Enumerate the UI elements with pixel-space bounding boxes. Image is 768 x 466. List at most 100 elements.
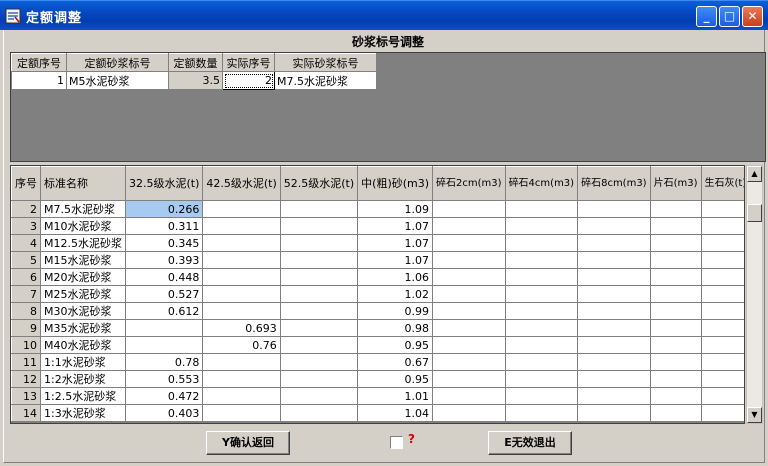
cell-empty[interactable] xyxy=(504,404,579,422)
cell-empty[interactable] xyxy=(649,387,702,405)
cell-sand[interactable]: 1.09 xyxy=(357,200,434,218)
cell-empty[interactable] xyxy=(504,217,579,235)
cell-c325[interactable]: 0.612 xyxy=(124,302,204,320)
cell-sand[interactable]: 1.06 xyxy=(357,268,434,286)
row-number[interactable]: 12 xyxy=(11,370,41,388)
cell-c425[interactable] xyxy=(202,370,281,388)
cell-c325[interactable]: 0.527 xyxy=(124,285,204,303)
table-row[interactable]: 13 1:2.5水泥砂浆 0.472 1.01 xyxy=(11,387,744,405)
cell-empty[interactable] xyxy=(577,285,651,303)
table-row[interactable]: 11 1:1水泥砂浆 0.78 0.67 xyxy=(11,353,744,371)
cell-empty[interactable] xyxy=(700,370,744,388)
cell-standard-name[interactable]: M7.5水泥砂浆 xyxy=(40,200,126,218)
cell-standard-name[interactable]: 1:3水泥砂浆 xyxy=(40,404,126,422)
cell-empty[interactable] xyxy=(649,200,702,218)
cell-c425[interactable] xyxy=(202,251,281,269)
table-row[interactable]: 8 M30水泥砂浆 0.612 0.99 xyxy=(11,302,744,320)
cell-empty[interactable] xyxy=(700,319,744,337)
cell-empty[interactable] xyxy=(504,234,579,252)
cell-c425[interactable] xyxy=(202,217,281,235)
row-number[interactable]: 2 xyxy=(11,200,41,218)
table-row[interactable]: 10 M40水泥砂浆 0.76 0.95 xyxy=(11,336,744,354)
cell-c425[interactable] xyxy=(202,200,281,218)
table-row[interactable]: 4 M12.5水泥砂浆 0.345 1.07 xyxy=(11,234,744,252)
cell-c525[interactable] xyxy=(279,319,359,337)
cell-empty[interactable] xyxy=(432,353,506,371)
cell-quota-seq[interactable]: 1 xyxy=(11,71,67,90)
help-question-icon[interactable]: ? xyxy=(408,432,415,446)
cell-empty[interactable] xyxy=(432,302,506,320)
cell-c525[interactable] xyxy=(279,370,359,388)
cell-c325[interactable]: 0.472 xyxy=(124,387,204,405)
cell-c325[interactable]: 0.393 xyxy=(124,251,204,269)
row-number[interactable]: 9 xyxy=(11,319,41,337)
option-checkbox[interactable] xyxy=(390,436,403,449)
cell-standard-name[interactable]: 1:2水泥砂浆 xyxy=(40,370,126,388)
close-button[interactable]: ✕ xyxy=(742,6,763,27)
cell-standard-name[interactable]: M10水泥砂浆 xyxy=(40,217,126,235)
cell-c425[interactable] xyxy=(202,268,281,286)
table-row[interactable]: 6 M20水泥砂浆 0.448 1.06 xyxy=(11,268,744,286)
cell-sand[interactable]: 0.98 xyxy=(357,319,434,337)
cell-sand[interactable]: 1.07 xyxy=(357,251,434,269)
row-number[interactable]: 10 xyxy=(11,336,41,354)
cell-c325[interactable]: 0.266 xyxy=(124,200,204,218)
cell-empty[interactable] xyxy=(504,336,579,354)
cell-standard-name[interactable]: M25水泥砂浆 xyxy=(40,285,126,303)
cell-empty[interactable] xyxy=(649,234,702,252)
cell-c325[interactable]: 0.403 xyxy=(124,404,204,422)
cell-c525[interactable] xyxy=(279,268,359,286)
cell-sand[interactable]: 1.02 xyxy=(357,285,434,303)
cell-empty[interactable] xyxy=(700,353,744,371)
row-number[interactable]: 13 xyxy=(11,387,41,405)
cell-empty[interactable] xyxy=(577,268,651,286)
cell-c425[interactable] xyxy=(202,285,281,303)
cell-standard-name[interactable]: M15水泥砂浆 xyxy=(40,251,126,269)
scroll-down-icon[interactable]: ▼ xyxy=(747,407,762,423)
cell-empty[interactable] xyxy=(700,404,744,422)
cell-empty[interactable] xyxy=(700,302,744,320)
cell-empty[interactable] xyxy=(700,268,744,286)
cell-empty[interactable] xyxy=(700,251,744,269)
cell-standard-name[interactable]: 1:2.5水泥砂浆 xyxy=(40,387,126,405)
cell-empty[interactable] xyxy=(432,336,506,354)
cell-empty[interactable] xyxy=(577,234,651,252)
cell-c325[interactable]: 0.345 xyxy=(124,234,204,252)
cell-empty[interactable] xyxy=(649,251,702,269)
cell-standard-name[interactable]: M40水泥砂浆 xyxy=(40,336,126,354)
cell-empty[interactable] xyxy=(649,285,702,303)
cell-c325[interactable]: 0.78 xyxy=(124,353,204,371)
cell-empty[interactable] xyxy=(504,387,579,405)
cell-empty[interactable] xyxy=(700,217,744,235)
row-number[interactable]: 6 xyxy=(11,268,41,286)
minimize-button[interactable]: _ xyxy=(696,6,717,27)
table-row[interactable]: 5 M15水泥砂浆 0.393 1.07 xyxy=(11,251,744,269)
cell-empty[interactable] xyxy=(504,370,579,388)
cell-empty[interactable] xyxy=(577,319,651,337)
cell-standard-name[interactable]: M20水泥砂浆 xyxy=(40,268,126,286)
cell-c425[interactable]: 0.693 xyxy=(202,319,281,337)
cell-c325[interactable] xyxy=(124,319,204,337)
cell-standard-name[interactable]: 1:1水泥砂浆 xyxy=(40,353,126,371)
cell-c425[interactable]: 0.76 xyxy=(202,336,281,354)
cell-standard-name[interactable]: M35水泥砂浆 xyxy=(40,319,126,337)
cell-sand[interactable]: 1.04 xyxy=(357,404,434,422)
cell-empty[interactable] xyxy=(432,319,506,337)
cell-empty[interactable] xyxy=(700,387,744,405)
cell-sand[interactable]: 0.99 xyxy=(357,302,434,320)
cell-c525[interactable] xyxy=(279,234,359,252)
cell-empty[interactable] xyxy=(577,387,651,405)
cell-standard-name[interactable]: M30水泥砂浆 xyxy=(40,302,126,320)
cell-empty[interactable] xyxy=(432,404,506,422)
cell-c425[interactable] xyxy=(202,353,281,371)
row-number[interactable]: 5 xyxy=(11,251,41,269)
cell-empty[interactable] xyxy=(649,353,702,371)
cell-empty[interactable] xyxy=(649,319,702,337)
row-number[interactable]: 4 xyxy=(11,234,41,252)
cell-c425[interactable] xyxy=(202,302,281,320)
scroll-up-icon[interactable]: ▲ xyxy=(747,166,762,182)
cell-empty[interactable] xyxy=(577,353,651,371)
table-row[interactable]: 2 M7.5水泥砂浆 0.266 1.09 xyxy=(11,200,744,218)
cell-empty[interactable] xyxy=(432,268,506,286)
cancel-exit-button[interactable]: E无效退出 xyxy=(488,431,572,455)
